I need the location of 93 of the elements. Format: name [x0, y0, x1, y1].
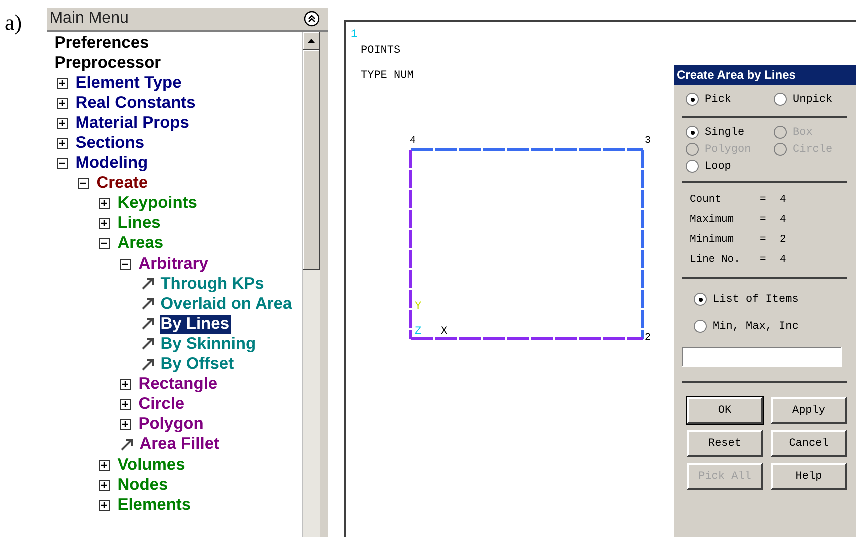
menu-item[interactable]: By Skinning	[160, 334, 258, 354]
equals-sign: =	[760, 194, 768, 206]
axis-label: Z	[415, 326, 422, 338]
menu-item[interactable]: Preferences	[54, 34, 150, 53]
menu-item[interactable]: Modeling	[74, 154, 150, 174]
collapse-icon[interactable]	[98, 238, 110, 250]
menu-item[interactable]: By Lines	[160, 314, 230, 334]
equals-sign: =	[760, 214, 768, 226]
menu-item[interactable]: Elements	[116, 496, 192, 515]
menu-item[interactable]: By Offset	[160, 355, 236, 374]
menu-item[interactable]: Overlaid on Area	[160, 294, 294, 314]
stat-label: Count	[690, 194, 723, 206]
arrow-icon	[140, 317, 156, 332]
collapse-icon[interactable]	[304, 11, 320, 27]
radio-button[interactable]	[694, 293, 707, 306]
collapse-icon[interactable]	[120, 258, 131, 270]
stat-value: 4	[780, 254, 786, 266]
radio-label: Min, Max, Inc	[713, 320, 799, 332]
up-arrow-icon[interactable]	[308, 39, 315, 43]
dialog-button[interactable]: OK	[687, 397, 763, 424]
menu-item[interactable]: Volumes	[116, 456, 186, 475]
stat-label: Line No.	[690, 254, 742, 266]
expand-icon[interactable]	[120, 379, 131, 390]
radio-button[interactable]	[686, 126, 699, 139]
menu-item[interactable]: Real Constants	[74, 94, 197, 113]
scroll-thumb[interactable]	[303, 50, 320, 270]
radio-label: Pick	[705, 94, 732, 106]
keypoint-label: 4	[410, 136, 416, 147]
radio-label: Single	[705, 126, 745, 138]
arrow-icon	[140, 297, 156, 312]
radio-label: Unpick	[793, 94, 833, 106]
expand-icon[interactable]	[56, 138, 68, 150]
axis-label: Y	[415, 301, 422, 313]
menu-item[interactable]: Arbitrary	[138, 254, 210, 274]
menu-item[interactable]: Keypoints	[116, 194, 198, 214]
menu-item[interactable]: Area Fillet	[138, 435, 220, 454]
radio-label: Loop	[705, 160, 732, 172]
collapse-icon[interactable]	[78, 178, 89, 190]
stat-label: Maximum	[690, 214, 736, 226]
expand-icon[interactable]	[98, 460, 110, 471]
arrow-icon	[140, 277, 156, 292]
menu-title: Main Menu	[50, 10, 129, 28]
arrow-icon	[140, 358, 156, 372]
menu-item[interactable]: Areas	[116, 234, 165, 254]
radio-button[interactable]	[686, 93, 699, 106]
input-field[interactable]	[682, 347, 842, 367]
menu-item[interactable]: Nodes	[116, 476, 170, 495]
menu-item[interactable]: Through KPs	[160, 274, 266, 294]
arrow-icon	[140, 337, 156, 352]
menu-item[interactable]: Polygon	[138, 415, 205, 434]
menu-item[interactable]: Material Props	[74, 114, 190, 133]
stat-value: 2	[780, 234, 786, 246]
window-number: 1	[351, 29, 358, 41]
keypoint-label: 3	[645, 136, 652, 147]
equals-sign: =	[760, 254, 768, 266]
collapse-icon[interactable]	[56, 158, 68, 170]
axis-label: X	[441, 326, 448, 338]
scroll-up-button[interactable]	[303, 32, 320, 50]
menu-item[interactable]: Sections	[74, 134, 146, 154]
menu-item[interactable]: Element Type	[74, 74, 183, 93]
dialog-title: Create Area by Lines	[674, 65, 856, 85]
expand-icon[interactable]	[98, 480, 110, 491]
dialog-button[interactable]: Help	[771, 463, 847, 490]
figure-label: a)	[5, 10, 22, 35]
menu-item[interactable]: Circle	[138, 395, 186, 414]
menu-item[interactable]: Rectangle	[138, 375, 219, 394]
keypoint-label: 2	[645, 333, 652, 344]
expand-icon[interactable]	[56, 118, 68, 129]
equals-sign: =	[760, 234, 768, 246]
menu-item[interactable]: Preprocessor	[54, 54, 162, 73]
radio-button[interactable]	[694, 320, 707, 333]
dialog-button[interactable]: Cancel	[771, 430, 847, 457]
radio-button[interactable]	[774, 93, 787, 106]
legend-text: POINTS	[361, 45, 401, 57]
dialog-button[interactable]: Apply	[771, 397, 847, 424]
expand-icon[interactable]	[56, 98, 68, 109]
expand-icon[interactable]	[98, 500, 110, 511]
expand-icon[interactable]	[120, 419, 131, 430]
menu-item[interactable]: Lines	[116, 214, 162, 234]
radio-button[interactable]	[686, 160, 699, 173]
radio-label: List of Items	[713, 294, 799, 306]
menu-item[interactable]: Create	[96, 174, 150, 194]
expand-icon[interactable]	[98, 198, 110, 210]
scrollbar[interactable]	[302, 32, 320, 537]
expand-icon[interactable]	[120, 399, 131, 410]
arrow-icon	[120, 438, 135, 452]
expand-icon[interactable]	[56, 78, 68, 89]
expand-icon[interactable]	[98, 218, 110, 230]
legend-text: TYPE NUM	[361, 70, 414, 82]
stat-value: 4	[780, 214, 786, 226]
stat-label: Minimum	[690, 234, 736, 246]
stat-value: 4	[780, 194, 786, 206]
dialog-button[interactable]: Reset	[687, 430, 763, 457]
